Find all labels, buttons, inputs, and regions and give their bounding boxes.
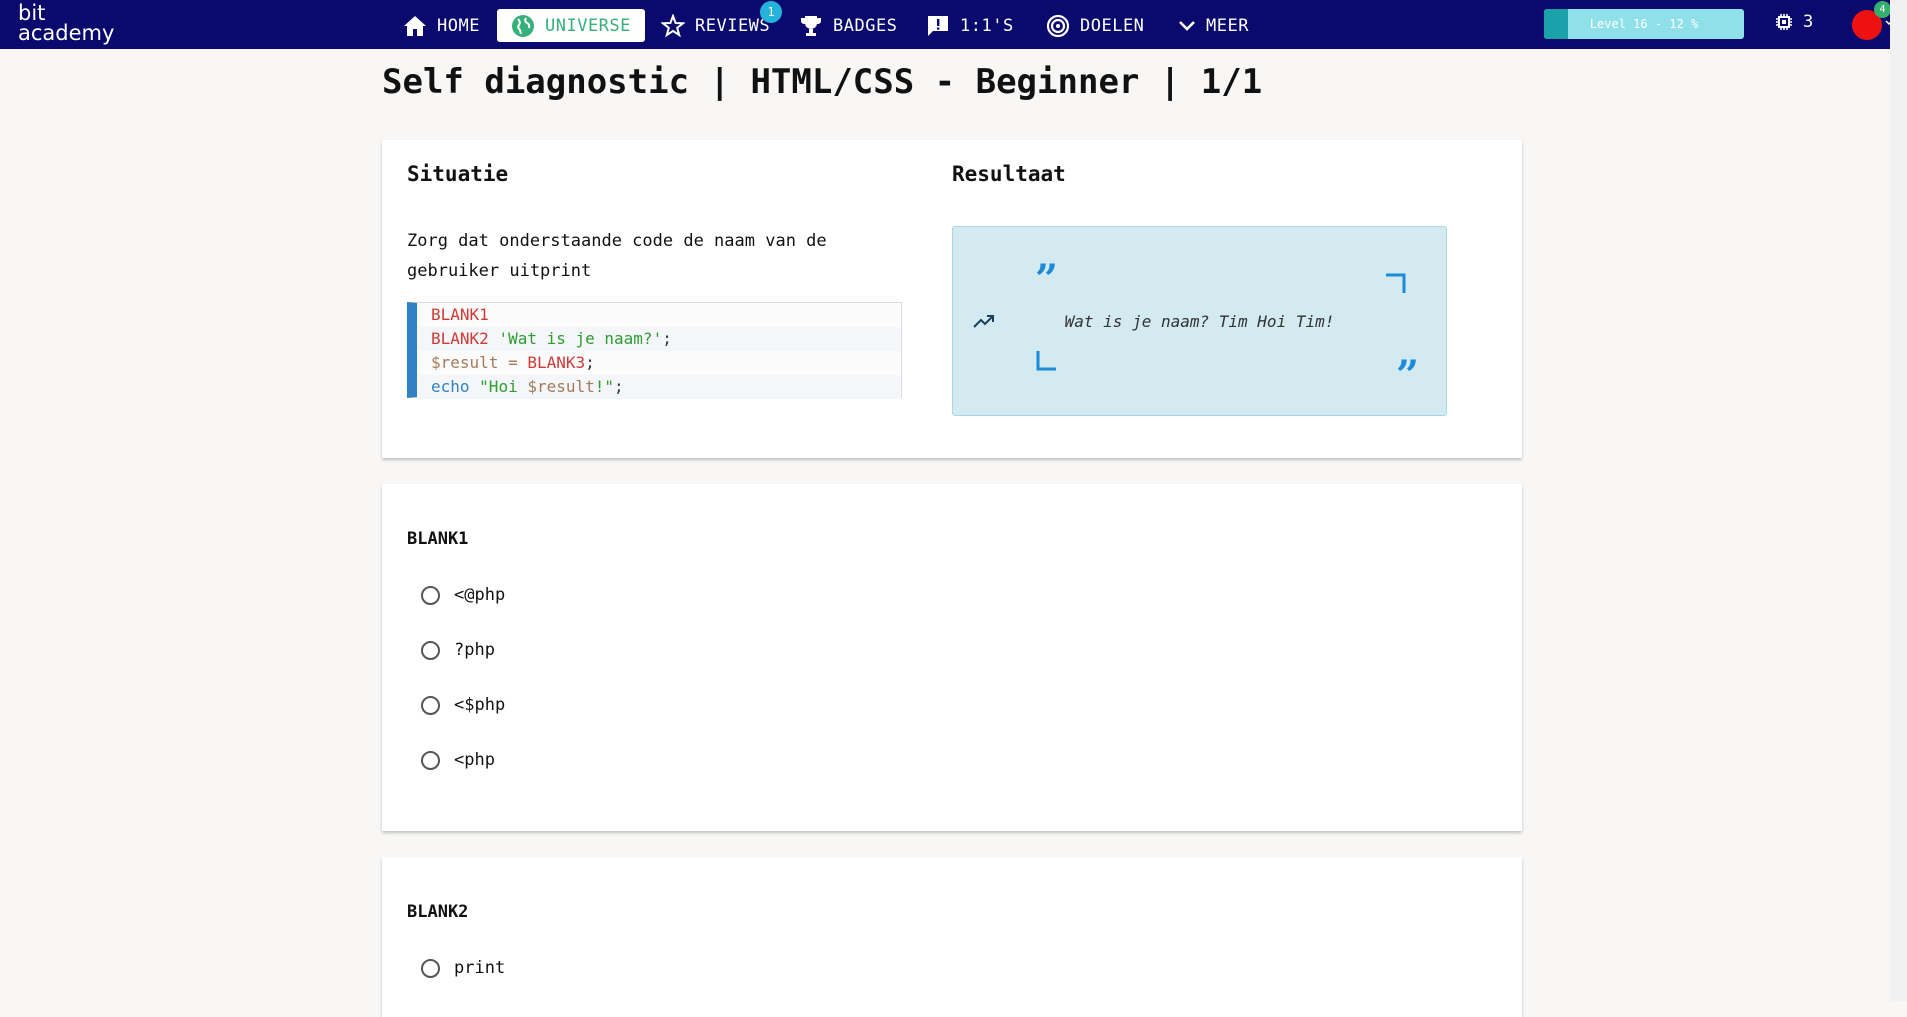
home-icon xyxy=(404,15,426,36)
nav-meer[interactable]: MEER xyxy=(1178,9,1249,42)
trophy-icon xyxy=(801,15,821,36)
option-blank1-3[interactable]: <$php xyxy=(421,695,505,715)
code-operator: = xyxy=(498,353,528,372)
scrollbar[interactable] xyxy=(1890,0,1907,1001)
globe-icon xyxy=(512,14,534,37)
option-label: <@php xyxy=(454,585,506,605)
chip-count: 3 xyxy=(1803,12,1814,32)
logo-line-1: bit xyxy=(18,1,46,25)
radio-button[interactable] xyxy=(421,750,440,770)
level-progress-bar[interactable]: Level 16 - 12 % xyxy=(1544,9,1744,39)
nav-doelen[interactable]: DOELEN xyxy=(1046,9,1144,42)
nav-reviews[interactable]: REVIEWS xyxy=(661,9,770,42)
nav-one-on-ones-label: 1:1'S xyxy=(960,15,1014,36)
nav-reviews-label: REVIEWS xyxy=(695,15,771,36)
situation-title: Situatie xyxy=(407,162,509,186)
radio-button[interactable] xyxy=(421,958,440,978)
bit-academy-logo[interactable]: bit academy xyxy=(18,1,115,45)
radio-button[interactable] xyxy=(421,640,440,660)
nav-meer-label: MEER xyxy=(1206,15,1249,36)
code-line: BLANK1 xyxy=(417,303,901,327)
feedback-icon xyxy=(928,15,948,36)
code-line: $result = BLANK3; xyxy=(417,351,901,375)
code-block: BLANK1 BLANK2 'Wat is je naam?'; $result… xyxy=(407,302,902,399)
top-nav: bit academy HOME UNIVERSE REVIEWS 1 BADG… xyxy=(0,0,1893,49)
nav-universe[interactable]: UNIVERSE xyxy=(497,9,645,42)
result-output: Wat is je naam? Tim Hoi Tim! xyxy=(1064,311,1335,331)
target-icon xyxy=(1046,14,1070,37)
result-box: ” ” Wat is je naam? Tim Hoi Tim! xyxy=(952,226,1447,416)
code-semicolon: ; xyxy=(585,353,595,372)
code-variable: $result xyxy=(431,353,499,372)
option-label: print xyxy=(454,958,506,978)
chip-counter[interactable]: 3 xyxy=(1775,12,1813,32)
radio-button[interactable] xyxy=(421,695,440,715)
nav-home-label: HOME xyxy=(437,15,480,36)
page-title: Self diagnostic | HTML/CSS - Beginner | … xyxy=(382,62,1263,102)
blank2-title: BLANK2 xyxy=(407,902,469,922)
chevron-down-icon xyxy=(1179,20,1195,31)
code-line: BLANK2 'Wat is je naam?'; xyxy=(417,327,901,351)
logo-line-2: academy xyxy=(18,21,115,45)
nav-universe-label: UNIVERSE xyxy=(545,15,631,36)
code-semicolon: ; xyxy=(614,377,624,396)
option-label: <php xyxy=(454,750,495,770)
situation-card: Situatie Zorg dat onderstaande code de n… xyxy=(382,140,1522,458)
situation-description: Zorg dat onderstaande code de naam van d… xyxy=(407,231,827,281)
question-card-blank2: BLANK2 print xyxy=(382,857,1522,1017)
nav-home[interactable]: HOME xyxy=(403,9,480,42)
result-title: Resultaat xyxy=(952,162,1066,186)
level-progress-text: Level 16 - 12 % xyxy=(1589,17,1699,31)
code-string-open: "Hoi xyxy=(479,377,528,396)
question-card-blank1: BLANK1 <@php ?php <$php <php xyxy=(382,484,1522,831)
chip-icon xyxy=(1776,14,1792,30)
option-label: ?php xyxy=(454,640,495,660)
option-label: <$php xyxy=(454,695,506,715)
option-blank1-4[interactable]: <php xyxy=(421,750,495,770)
blank1-title: BLANK1 xyxy=(407,529,469,549)
nav-one-on-ones[interactable]: 1:1'S xyxy=(926,9,1014,42)
code-line: echo "Hoi $result!"; xyxy=(417,375,901,399)
nav-doelen-label: DOELEN xyxy=(1080,15,1145,36)
code-variable: $result xyxy=(527,377,595,396)
radio-button[interactable] xyxy=(421,585,440,605)
code-keyword: echo xyxy=(431,377,470,396)
star-icon xyxy=(661,13,685,37)
code-blank3: BLANK3 xyxy=(527,353,586,372)
option-blank1-1[interactable]: <@php xyxy=(421,585,505,605)
avatar-notification-badge: 4 xyxy=(1874,1,1891,18)
code-semicolon: ; xyxy=(662,329,672,348)
code-blank2: BLANK2 xyxy=(431,329,489,348)
code-blank1: BLANK1 xyxy=(431,305,489,324)
code-string-close: !" xyxy=(594,377,615,396)
reviews-count-badge: 1 xyxy=(760,1,782,23)
nav-badges[interactable]: BADGES xyxy=(799,9,897,42)
option-blank2-1[interactable]: print xyxy=(421,958,505,978)
code-string: 'Wat is je naam?' xyxy=(498,329,663,348)
option-blank1-2[interactable]: ?php xyxy=(421,640,495,660)
nav-badges-label: BADGES xyxy=(833,15,898,36)
